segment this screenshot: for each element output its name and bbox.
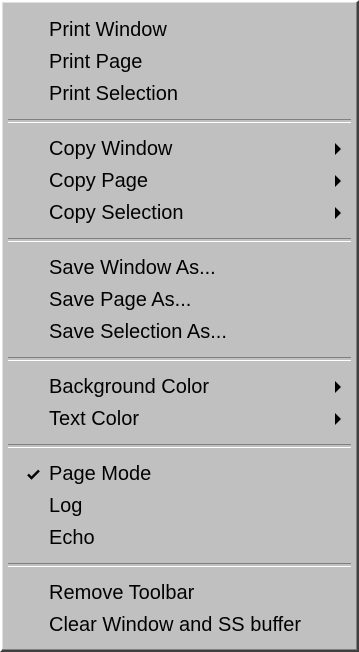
- menu-separator: [8, 119, 351, 123]
- menu-separator: [8, 444, 351, 448]
- menu-item-page-mode[interactable]: Page Mode: [2, 458, 357, 490]
- menu-item-label: Print Window: [49, 19, 167, 41]
- menu-item-log[interactable]: Log: [2, 490, 357, 522]
- submenu-arrow-icon: [333, 371, 343, 403]
- menu-item-label: Save Page As...: [49, 289, 192, 311]
- checkmark-icon: [23, 458, 43, 490]
- menu-item-label: Save Selection As...: [49, 321, 227, 343]
- menu-item-label: Text Color: [49, 408, 140, 430]
- menu-item-label: Print Selection: [49, 83, 178, 105]
- menu-item-label: Copy Window: [49, 138, 173, 160]
- menu-item-label: Remove Toolbar: [49, 582, 195, 604]
- menu-item-label: Copy Selection: [49, 202, 184, 224]
- menu-item-copy-page[interactable]: Copy Page: [2, 165, 357, 197]
- menu-item-clear-window-and-ss-buffer[interactable]: Clear Window and SS buffer: [2, 609, 357, 641]
- submenu-arrow-icon: [333, 165, 343, 197]
- menu-item-copy-window[interactable]: Copy Window: [2, 133, 357, 165]
- menu-item-background-color[interactable]: Background Color: [2, 371, 357, 403]
- menu-item-label: Copy Page: [49, 170, 148, 192]
- menu-item-label: Save Window As...: [49, 257, 216, 279]
- menu-item-label: Page Mode: [49, 463, 152, 485]
- menu-separator: [8, 563, 351, 567]
- menu-item-print-window[interactable]: Print Window: [2, 14, 357, 46]
- menu-item-copy-selection[interactable]: Copy Selection: [2, 197, 357, 229]
- menu-item-echo[interactable]: Echo: [2, 522, 357, 554]
- submenu-arrow-icon: [333, 133, 343, 165]
- menu-item-save-window-as[interactable]: Save Window As...: [2, 252, 357, 284]
- menu-item-print-selection[interactable]: Print Selection: [2, 78, 357, 110]
- menu-separator: [8, 357, 351, 361]
- menu-separator: [8, 238, 351, 242]
- menu-item-label: Clear Window and SS buffer: [49, 614, 301, 636]
- menu-item-print-page[interactable]: Print Page: [2, 46, 357, 78]
- menu-item-label: Log: [49, 495, 83, 517]
- menu-item-text-color[interactable]: Text Color: [2, 403, 357, 435]
- context-menu: Print Window Print Page Print Selection …: [0, 0, 359, 652]
- menu-item-save-selection-as[interactable]: Save Selection As...: [2, 316, 357, 348]
- menu-item-remove-toolbar[interactable]: Remove Toolbar: [2, 577, 357, 609]
- menu-item-label: Print Page: [49, 51, 143, 73]
- menu-item-save-page-as[interactable]: Save Page As...: [2, 284, 357, 316]
- submenu-arrow-icon: [333, 197, 343, 229]
- menu-item-label: Background Color: [49, 376, 210, 398]
- submenu-arrow-icon: [333, 403, 343, 435]
- menu-item-label: Echo: [49, 527, 95, 549]
